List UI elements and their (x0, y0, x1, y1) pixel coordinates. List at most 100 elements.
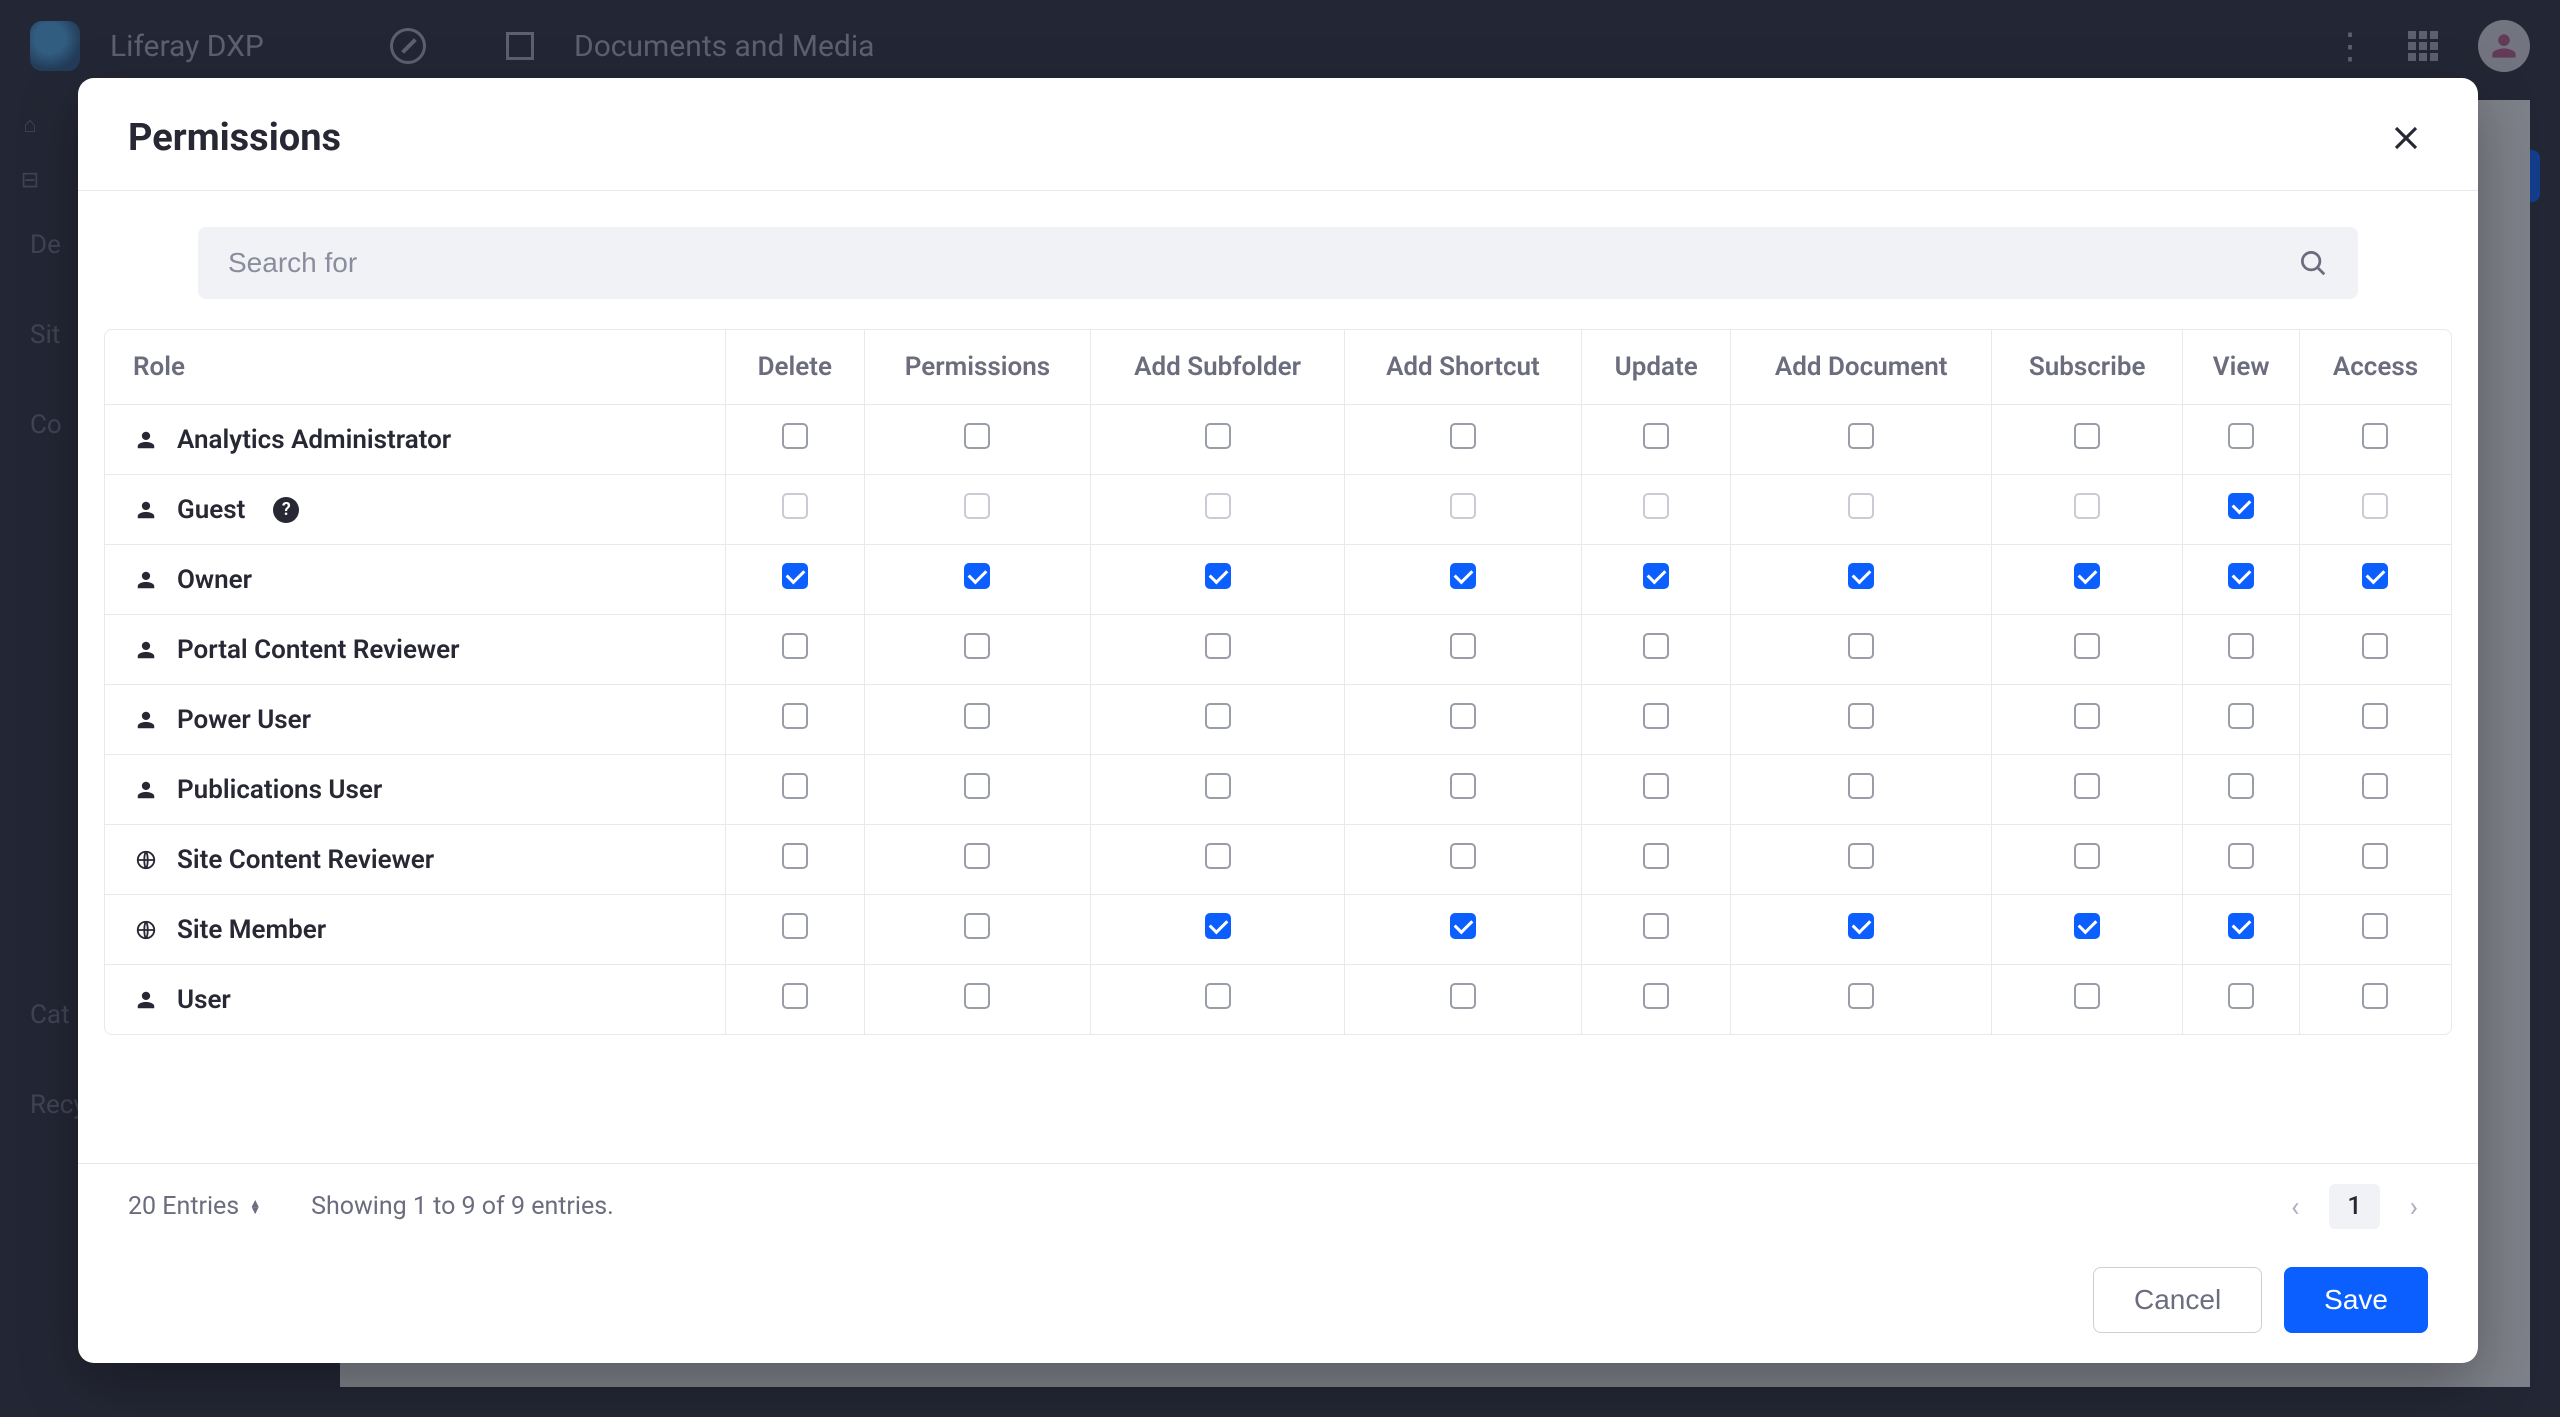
checkbox[interactable] (2228, 563, 2254, 589)
checkbox[interactable] (1205, 983, 1231, 1009)
checkbox[interactable] (964, 843, 990, 869)
checkbox[interactable] (964, 983, 990, 1009)
checkbox[interactable] (1848, 633, 1874, 659)
modal-header: Permissions (78, 78, 2478, 191)
checkbox[interactable] (2362, 843, 2388, 869)
checkbox[interactable] (1205, 773, 1231, 799)
checkbox[interactable] (1643, 773, 1669, 799)
checkbox[interactable] (1643, 703, 1669, 729)
checkbox[interactable] (1205, 843, 1231, 869)
modal-overlay[interactable]: Permissions Role Delete Permissions (0, 0, 2560, 1417)
checkbox[interactable] (1643, 983, 1669, 1009)
checkbox[interactable] (1848, 773, 1874, 799)
checkbox[interactable] (1450, 843, 1476, 869)
checkbox[interactable] (964, 493, 990, 519)
checkbox[interactable] (1848, 983, 1874, 1009)
checkbox[interactable] (1848, 703, 1874, 729)
table-row: Site Content Reviewer (105, 825, 2451, 895)
checkbox[interactable] (1450, 773, 1476, 799)
checkbox[interactable] (1848, 913, 1874, 939)
checkbox[interactable] (964, 563, 990, 589)
entries-label: 20 Entries (128, 1192, 239, 1221)
permissions-table: Role Delete Permissions Add Subfolder Ad… (104, 329, 2452, 1035)
checkbox[interactable] (2074, 493, 2100, 519)
page-number[interactable]: 1 (2329, 1184, 2379, 1229)
checkbox[interactable] (2228, 703, 2254, 729)
checkbox[interactable] (1848, 563, 1874, 589)
checkbox[interactable] (1643, 563, 1669, 589)
checkbox[interactable] (2228, 983, 2254, 1009)
checkbox[interactable] (1450, 703, 1476, 729)
checkbox[interactable] (2362, 493, 2388, 519)
checkbox[interactable] (782, 913, 808, 939)
checkbox[interactable] (964, 913, 990, 939)
checkbox[interactable] (782, 983, 808, 1009)
checkbox[interactable] (782, 423, 808, 449)
checkbox[interactable] (1450, 423, 1476, 449)
next-page[interactable]: › (2400, 1186, 2428, 1227)
checkbox[interactable] (2228, 773, 2254, 799)
checkbox[interactable] (2362, 773, 2388, 799)
checkbox[interactable] (2362, 423, 2388, 449)
close-icon (2391, 123, 2421, 153)
checkbox[interactable] (2362, 563, 2388, 589)
search-input[interactable] (228, 247, 2298, 279)
checkbox[interactable] (2362, 633, 2388, 659)
checkbox[interactable] (782, 773, 808, 799)
checkbox[interactable] (2074, 703, 2100, 729)
checkbox[interactable] (1643, 843, 1669, 869)
checkbox[interactable] (2362, 913, 2388, 939)
checkbox[interactable] (782, 493, 808, 519)
checkbox[interactable] (2074, 773, 2100, 799)
checkbox[interactable] (2074, 913, 2100, 939)
search-box[interactable] (198, 227, 2358, 299)
checkbox[interactable] (2074, 843, 2100, 869)
entries-selector[interactable]: 20 Entries ▲▼ (128, 1192, 261, 1221)
checkbox[interactable] (2228, 423, 2254, 449)
checkbox[interactable] (1205, 493, 1231, 519)
checkbox[interactable] (964, 773, 990, 799)
checkbox[interactable] (2074, 423, 2100, 449)
close-button[interactable] (2384, 116, 2428, 160)
checkbox[interactable] (1848, 423, 1874, 449)
checkbox[interactable] (782, 633, 808, 659)
help-icon[interactable]: ? (273, 497, 299, 523)
checkbox[interactable] (1205, 703, 1231, 729)
checkbox[interactable] (1205, 913, 1231, 939)
checkbox[interactable] (2074, 633, 2100, 659)
checkbox[interactable] (1643, 633, 1669, 659)
table-row: Site Member (105, 895, 2451, 965)
checkbox[interactable] (1205, 423, 1231, 449)
checkbox[interactable] (1450, 983, 1476, 1009)
checkbox[interactable] (964, 423, 990, 449)
save-button[interactable]: Save (2284, 1267, 2428, 1333)
checkbox[interactable] (2362, 703, 2388, 729)
checkbox[interactable] (782, 563, 808, 589)
role-name: Guest (177, 495, 245, 525)
checkbox[interactable] (1205, 563, 1231, 589)
globe-icon (133, 847, 159, 873)
checkbox[interactable] (2228, 843, 2254, 869)
cancel-button[interactable]: Cancel (2093, 1267, 2262, 1333)
prev-page[interactable]: ‹ (2281, 1186, 2309, 1227)
checkbox[interactable] (2228, 493, 2254, 519)
checkbox[interactable] (1450, 633, 1476, 659)
checkbox[interactable] (1450, 493, 1476, 519)
checkbox[interactable] (1643, 913, 1669, 939)
checkbox[interactable] (1848, 843, 1874, 869)
checkbox[interactable] (2074, 983, 2100, 1009)
checkbox[interactable] (1450, 563, 1476, 589)
checkbox[interactable] (782, 843, 808, 869)
checkbox[interactable] (782, 703, 808, 729)
checkbox[interactable] (1450, 913, 1476, 939)
checkbox[interactable] (1643, 423, 1669, 449)
checkbox[interactable] (1643, 493, 1669, 519)
checkbox[interactable] (1205, 633, 1231, 659)
checkbox[interactable] (964, 703, 990, 729)
checkbox[interactable] (1848, 493, 1874, 519)
checkbox[interactable] (2074, 563, 2100, 589)
checkbox[interactable] (2362, 983, 2388, 1009)
checkbox[interactable] (964, 633, 990, 659)
checkbox[interactable] (2228, 913, 2254, 939)
checkbox[interactable] (2228, 633, 2254, 659)
